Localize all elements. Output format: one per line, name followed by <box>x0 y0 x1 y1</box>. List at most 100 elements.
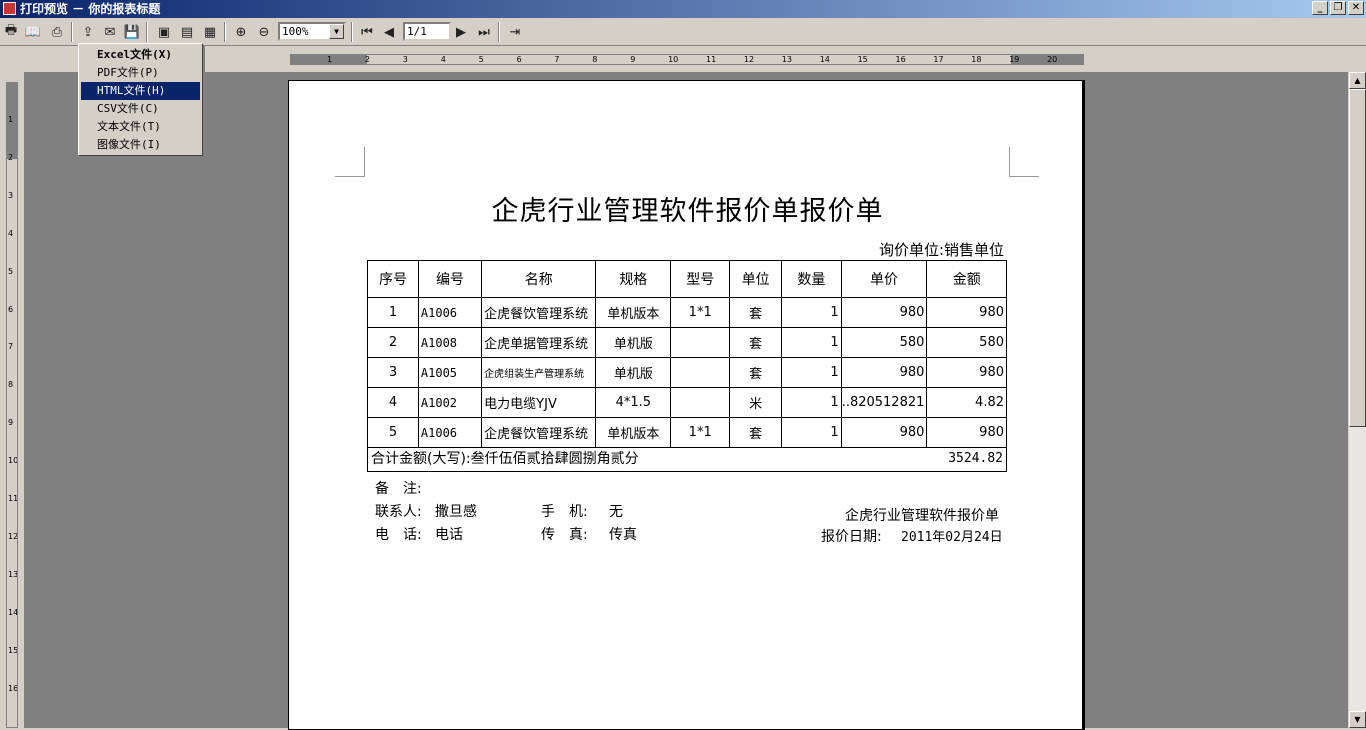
scroll-down-icon[interactable]: ▼ <box>1349 711 1366 728</box>
table-cell: 企虎单据管理系统 <box>481 327 597 358</box>
first-page-icon[interactable]: ⏮ <box>357 22 377 42</box>
zoom-in-icon[interactable]: ⊕ <box>231 22 251 42</box>
column-header: 单价 <box>840 260 928 298</box>
table-cell <box>670 327 731 358</box>
export-menu-item[interactable]: Excel文件(X) <box>81 46 200 64</box>
table-cell: 企虎组装生产管理系统 <box>481 357 597 388</box>
table-cell: 单机版本 <box>595 297 672 328</box>
table-cell: 4.82 <box>926 387 1007 418</box>
export-menu-item[interactable]: 文本文件(T) <box>81 118 200 136</box>
ruler-tick-label: 8 <box>8 380 14 390</box>
ruler-tick-label: 16 <box>8 683 18 693</box>
total-row: 合计金额(大写):叁仟伍佰贰拾肆圆捌角贰分 3524.82 <box>367 448 1007 472</box>
inquiry-unit: 询价单位:销售单位 <box>878 241 1004 259</box>
save-disk-icon[interactable]: ▣ <box>154 22 174 42</box>
table-cell: 2 <box>367 327 419 358</box>
ruler-tick-label: 7 <box>554 55 560 64</box>
zoom-value: 100% <box>282 25 309 38</box>
ruler-tick-label: 19 <box>1009 55 1020 64</box>
ruler-tick-label: 13 <box>8 569 18 579</box>
table-cell <box>670 357 731 388</box>
last-page-icon[interactable]: ⏭ <box>474 22 494 42</box>
minimize-button[interactable]: _ <box>1312 1 1328 15</box>
chevron-down-icon[interactable]: ▼ <box>329 24 344 39</box>
column-header: 编号 <box>417 260 483 298</box>
table-cell <box>670 387 731 418</box>
ruler-tick-label: 15 <box>857 55 868 64</box>
total-label: 合计金额(大写):叁仟伍佰贰拾肆圆捌角贰分 <box>371 451 639 467</box>
export-menu: Excel文件(X) PDF文件(P) HTML文件(H) CSV文件(C) 文本文件(… <box>78 43 203 156</box>
ruler-tick-label: 9 <box>8 418 14 428</box>
exit-icon[interactable]: ⇥ <box>505 22 525 42</box>
zoom-select[interactable]: 100% ▼ <box>278 22 346 41</box>
open-book-icon[interactable]: 📖 <box>23 22 43 42</box>
table-cell: 套 <box>729 297 783 328</box>
ruler-tick-label: 6 <box>516 55 522 64</box>
page-icon[interactable]: ▤ <box>177 22 197 42</box>
scroll-up-icon[interactable]: ▲ <box>1349 72 1366 89</box>
export-menu-item[interactable]: PDF文件(P) <box>81 64 200 82</box>
ruler-tick-label: 11 <box>706 55 717 64</box>
toolbar-separator <box>224 22 226 42</box>
export-menu-item[interactable]: CSV文件(C) <box>81 100 200 118</box>
table-cell: 单机版本 <box>595 417 672 448</box>
page-number-input[interactable]: 1/1 <box>403 22 451 41</box>
ruler-tick-label: 10 <box>668 55 679 64</box>
scroll-thumb[interactable] <box>1349 89 1366 427</box>
margin-corner <box>335 147 365 177</box>
print-icon[interactable]: 🖶 <box>1 22 21 42</box>
toolbar: 🖶 📖 ⎙ ⇪ ✉ 💾 ▣ ▤ ▦ ⊕ ⊖ ⏮ ◀ ▶ ⏭ ⇥ <box>0 18 1366 46</box>
ruler-tick-label: 13 <box>781 55 792 64</box>
multipage-icon[interactable]: ▦ <box>200 22 220 42</box>
fax-label: 传 真: <box>541 527 588 543</box>
ruler-tick-label: 16 <box>895 55 906 64</box>
mail-icon[interactable]: ✉ <box>100 22 120 42</box>
ruler-tick-label: 3 <box>402 55 408 64</box>
export-menu-item[interactable]: HTML文件(H) <box>81 82 200 100</box>
export-icon[interactable]: ⇪ <box>78 22 98 42</box>
app-icon <box>3 2 16 15</box>
table-row: 1 A1006 企虎餐饮管理系统 单机版本 1*1 套 1 980 980 <box>367 297 1007 328</box>
table-cell: 4*1.5 <box>595 387 672 418</box>
table-cell: 单机版 <box>595 357 672 388</box>
ruler-tick-label: 8 <box>592 55 598 64</box>
table-row: 5 A1006 企虎餐饮管理系统 单机版本 1*1 套 1 980 980 <box>367 417 1007 448</box>
table-cell: 5 <box>367 417 419 448</box>
ruler-tick-label: 12 <box>743 55 755 64</box>
export-menu-item[interactable]: 图像文件(I) <box>81 136 200 154</box>
printer-setup-icon[interactable]: ⎙ <box>47 22 67 42</box>
table-cell: 980 <box>840 357 928 388</box>
table-cell: 980 <box>926 417 1007 448</box>
ruler-tick-label: 6 <box>8 304 14 314</box>
zoom-out-icon[interactable]: ⊖ <box>254 22 274 42</box>
prev-page-icon[interactable]: ◀ <box>379 22 399 42</box>
ruler-tick-label: 20 <box>1047 55 1058 64</box>
table-cell: A1006 <box>417 417 483 448</box>
save-icon[interactable]: 💾 <box>122 22 142 42</box>
phone-value: 电话 <box>435 527 463 543</box>
table-cell: 企虎餐饮管理系统 <box>481 297 597 328</box>
quote-table: 序号 编号 名称 规格 型号 单位 数量 单价 金额 1 A1006 企虎餐饮管理系… <box>367 260 1007 448</box>
ruler-tick-label: 10 <box>8 456 18 466</box>
ruler-tick-label: 4 <box>8 228 14 238</box>
restore-button[interactable]: ❐ <box>1330 1 1346 15</box>
column-header: 序号 <box>367 260 419 298</box>
margin-corner <box>1009 147 1039 177</box>
column-header: 名称 <box>481 260 597 298</box>
ruler-tick-label: 7 <box>8 342 14 352</box>
table-cell: A1008 <box>417 327 483 358</box>
table-cell: 1*1 <box>670 417 731 448</box>
table-cell: ..820512821 <box>840 387 928 418</box>
table-cell: 580 <box>840 327 928 358</box>
table-cell: 米 <box>729 387 783 418</box>
close-button[interactable]: ✕ <box>1348 1 1364 15</box>
fax-value: 传真 <box>609 527 637 543</box>
vertical-scrollbar[interactable]: ▲ ▼ <box>1349 72 1366 728</box>
ruler-tick-label: 18 <box>971 55 982 64</box>
contact-label: 联系人: <box>375 504 422 520</box>
total-value: 3524.82 <box>948 451 1003 466</box>
ruler-tick-label: 14 <box>8 607 18 617</box>
next-page-icon[interactable]: ▶ <box>451 22 471 42</box>
contact-value: 撒旦感 <box>435 504 477 520</box>
ruler-tick-label: 5 <box>8 266 14 276</box>
